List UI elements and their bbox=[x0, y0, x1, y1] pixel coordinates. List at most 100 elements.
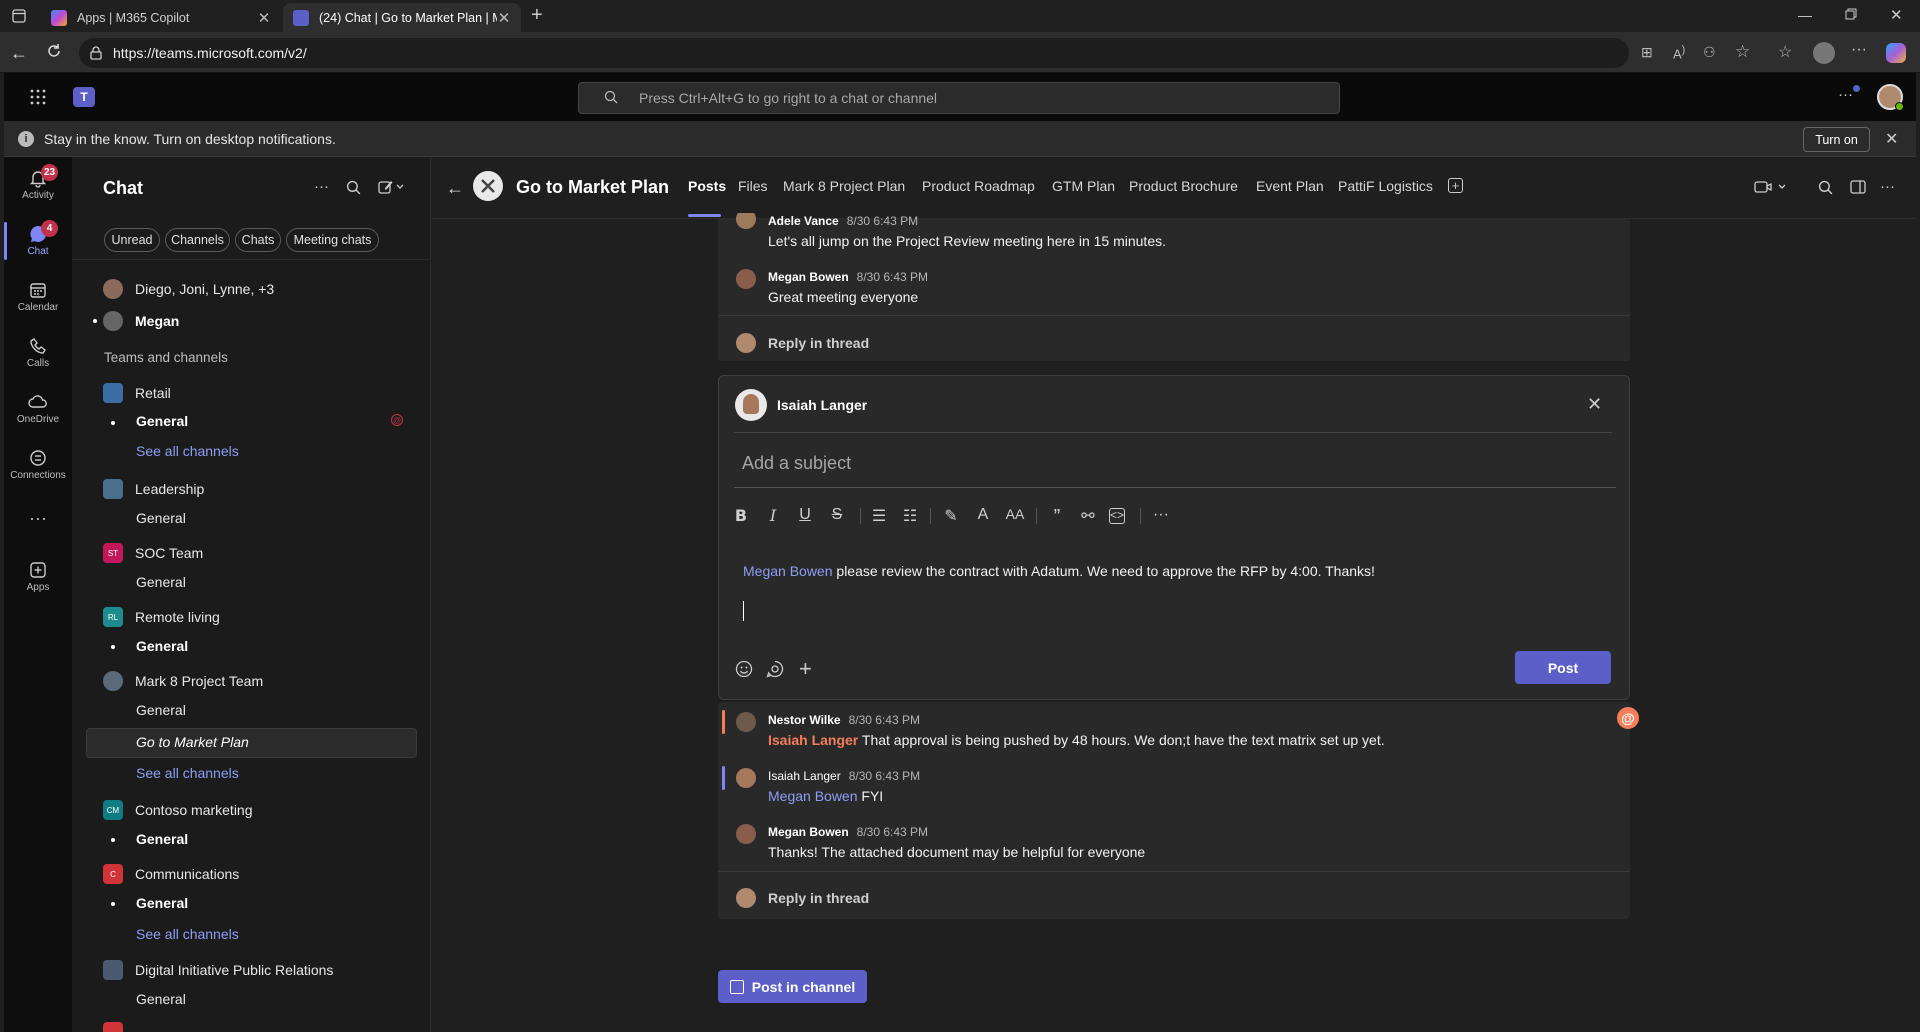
team-retail[interactable]: Retail bbox=[103, 383, 171, 403]
filter-meeting-chats[interactable]: Meeting chats bbox=[286, 228, 379, 252]
strikethrough-icon[interactable]: S bbox=[826, 506, 848, 524]
code-snippet-icon[interactable]: <> bbox=[1109, 508, 1125, 524]
close-tab-icon[interactable]: ✕ bbox=[497, 9, 511, 27]
tab-event-plan[interactable]: Event Plan bbox=[1256, 178, 1324, 194]
add-attachment-icon[interactable]: + bbox=[799, 656, 812, 682]
mention-tag[interactable]: Megan Bowen bbox=[768, 788, 858, 804]
channel-digital-general[interactable]: General bbox=[136, 991, 186, 1007]
browser-menu-icon[interactable]: ··· bbox=[1851, 41, 1867, 59]
rail-calendar[interactable]: Calendar bbox=[4, 278, 72, 313]
channel-info-icon[interactable] bbox=[1850, 180, 1866, 194]
more-options-icon[interactable]: ··· bbox=[1838, 86, 1853, 103]
highlight-icon[interactable]: ✎ bbox=[940, 506, 962, 526]
sidebar-more-icon[interactable]: ··· bbox=[314, 178, 329, 195]
new-tab-icon[interactable]: + bbox=[531, 4, 543, 27]
dismiss-banner-icon[interactable]: ✕ bbox=[1885, 129, 1898, 149]
see-all-channels-mark8[interactable]: See all channels bbox=[136, 765, 239, 781]
channel-retail-general[interactable]: General bbox=[136, 413, 188, 429]
browser-tab-copilot[interactable]: Apps | M365 Copilot ✕ bbox=[41, 3, 281, 32]
channel-search-icon[interactable] bbox=[1818, 180, 1833, 195]
filter-unread[interactable]: Unread bbox=[104, 228, 160, 252]
tab-posts[interactable]: Posts bbox=[688, 178, 726, 194]
channel-contoso-general[interactable]: General bbox=[136, 831, 188, 847]
channel-leadership-general[interactable]: General bbox=[136, 510, 186, 526]
loop-icon[interactable] bbox=[766, 660, 784, 678]
favorites-icon[interactable]: ☆ bbox=[1778, 42, 1792, 62]
more-formatting-icon[interactable]: ··· bbox=[1150, 506, 1172, 524]
address-bar[interactable]: https://teams.microsoft.com/v2/ bbox=[79, 38, 1629, 68]
turn-on-notifications-button[interactable]: Turn on bbox=[1803, 127, 1870, 152]
post-in-channel-button[interactable]: Post in channel bbox=[718, 970, 867, 1003]
team-digital-initiative[interactable]: Digital Initiative Public Relations bbox=[103, 960, 333, 980]
copilot-sidebar-icon[interactable] bbox=[1886, 43, 1906, 63]
font-size-icon[interactable]: AA bbox=[1004, 506, 1026, 522]
back-arrow-icon[interactable]: ← bbox=[446, 178, 464, 199]
tab-product-brochure[interactable]: Product Brochure bbox=[1129, 178, 1238, 194]
reply-in-thread-button[interactable]: Reply in thread bbox=[768, 335, 869, 351]
restore-icon[interactable] bbox=[1845, 8, 1857, 20]
font-color-icon[interactable]: A bbox=[972, 506, 994, 524]
close-window-icon[interactable]: ✕ bbox=[1890, 6, 1903, 24]
bulleted-list-icon[interactable]: ☰ bbox=[868, 506, 890, 526]
rail-activity[interactable]: Activity 23 bbox=[4, 164, 72, 201]
compose-body[interactable]: Megan Bowen please review the contract w… bbox=[743, 563, 1375, 579]
underline-icon[interactable]: U bbox=[794, 506, 816, 524]
channel-soc-general[interactable]: General bbox=[136, 574, 186, 590]
profile-sync-icon[interactable]: ⚇ bbox=[1703, 44, 1716, 61]
see-all-channels-communications[interactable]: See all channels bbox=[136, 926, 239, 942]
quote-icon[interactable]: ” bbox=[1046, 506, 1068, 529]
bold-icon[interactable]: B bbox=[730, 506, 752, 525]
team-remote-living[interactable]: RL Remote living bbox=[103, 607, 220, 627]
channel-more-icon[interactable]: ··· bbox=[1880, 178, 1895, 195]
filter-chats[interactable]: Chats bbox=[235, 228, 281, 252]
new-chat-icon[interactable] bbox=[378, 179, 406, 195]
rail-more-apps-icon[interactable]: ··· bbox=[4, 508, 72, 529]
tab-gtm-plan[interactable]: GTM Plan bbox=[1052, 178, 1115, 194]
chat-item-group[interactable]: Diego, Joni, Lynne, +3 bbox=[103, 279, 274, 299]
add-tab-icon[interactable]: + bbox=[1448, 178, 1463, 193]
reply-in-thread-button[interactable]: Reply in thread bbox=[768, 890, 869, 906]
rail-chat[interactable]: Chat 4 bbox=[4, 220, 72, 257]
team-mark8[interactable]: Mark 8 Project Team bbox=[103, 671, 263, 691]
rail-apps[interactable]: Apps bbox=[4, 558, 72, 593]
channel-mark8-general[interactable]: General bbox=[136, 702, 186, 718]
tab-product-roadmap[interactable]: Product Roadmap bbox=[922, 178, 1035, 194]
refresh-icon[interactable] bbox=[46, 43, 62, 59]
chat-item-megan[interactable]: Megan bbox=[103, 311, 179, 331]
browser-profile-avatar[interactable] bbox=[1813, 42, 1835, 64]
rail-calls[interactable]: Calls bbox=[4, 334, 72, 369]
see-all-channels-retail[interactable]: See all channels bbox=[136, 443, 239, 459]
site-info-icon[interactable] bbox=[89, 46, 103, 60]
filter-channels[interactable]: Channels bbox=[165, 228, 230, 252]
tab-pattif-logistics[interactable]: PattiF Logistics bbox=[1338, 178, 1433, 194]
mention-tag[interactable]: Megan Bowen bbox=[743, 563, 833, 579]
search-box[interactable]: Press Ctrl+Alt+G to go right to a chat o… bbox=[578, 82, 1340, 114]
team-leadership[interactable]: Leadership bbox=[103, 479, 204, 499]
back-arrow-icon[interactable]: ← bbox=[10, 43, 28, 64]
channel-go-to-market[interactable]: Go to Market Plan bbox=[136, 734, 249, 750]
close-tab-icon[interactable]: ✕ bbox=[257, 9, 271, 27]
channel-communications-general[interactable]: General bbox=[136, 895, 188, 911]
filter-search-icon[interactable] bbox=[346, 180, 361, 195]
read-aloud-icon[interactable]: A) bbox=[1673, 44, 1685, 61]
rail-connections[interactable]: Connections bbox=[4, 446, 72, 481]
italic-icon[interactable]: I bbox=[762, 506, 784, 525]
close-compose-icon[interactable]: ✕ bbox=[1587, 394, 1602, 415]
subject-input[interactable]: Add a subject bbox=[734, 440, 1616, 488]
tab-actions-icon[interactable] bbox=[12, 9, 26, 23]
post-button[interactable]: Post bbox=[1515, 651, 1611, 684]
link-icon[interactable]: ⚯ bbox=[1077, 506, 1099, 526]
numbered-list-icon[interactable]: ☷ bbox=[899, 506, 921, 526]
minimize-icon[interactable]: — bbox=[1798, 7, 1812, 23]
favorite-star-icon[interactable]: ☆ bbox=[1735, 42, 1750, 62]
emoji-icon[interactable] bbox=[735, 660, 753, 678]
app-launcher-icon[interactable] bbox=[30, 89, 46, 105]
tab-files[interactable]: Files bbox=[738, 178, 768, 194]
rail-onedrive[interactable]: OneDrive bbox=[4, 390, 72, 425]
meet-video-icon[interactable] bbox=[1754, 180, 1790, 194]
channel-remote-general[interactable]: General bbox=[136, 638, 188, 654]
tab-mark8-project-plan[interactable]: Mark 8 Project Plan bbox=[783, 178, 905, 194]
team-soc[interactable]: ST SOC Team bbox=[103, 543, 203, 563]
mention-tag[interactable]: Isaiah Langer bbox=[768, 732, 858, 748]
team-communications[interactable]: C Communications bbox=[103, 864, 239, 884]
